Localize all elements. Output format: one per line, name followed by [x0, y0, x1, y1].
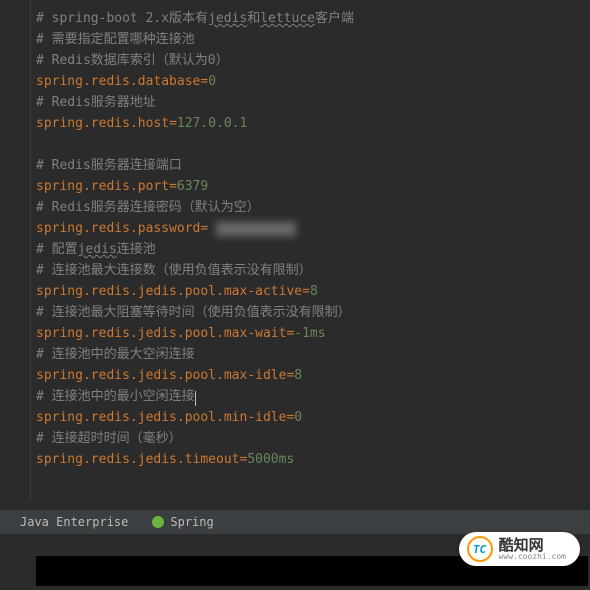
code-line[interactable]: # 连接池最大连接数（使用负值表示没有限制）: [36, 260, 590, 281]
code-line[interactable]: [36, 134, 590, 155]
watermark-text: 酷知网 www.coozhi.com: [499, 538, 566, 561]
code-line[interactable]: spring.redis.port=6379: [36, 176, 590, 197]
code-line[interactable]: spring.redis.jedis.pool.max-wait=-1ms: [36, 323, 590, 344]
code-line[interactable]: spring.redis.jedis.pool.min-idle=0: [36, 407, 590, 428]
gutter-border: [30, 0, 31, 500]
code-line[interactable]: # 连接池中的最小空闲连接: [36, 386, 590, 407]
code-line[interactable]: # 需要指定配置哪种连接池: [36, 29, 590, 50]
tab-label: Spring: [170, 515, 213, 529]
code-line[interactable]: spring.redis.password=: [36, 218, 590, 239]
code-line[interactable]: spring.redis.database=0: [36, 71, 590, 92]
code-line[interactable]: # Redis服务器连接端口: [36, 155, 590, 176]
code-line[interactable]: spring.redis.jedis.pool.max-idle=8: [36, 365, 590, 386]
code-line[interactable]: # Redis服务器地址: [36, 92, 590, 113]
code-line[interactable]: spring.redis.jedis.timeout=5000ms: [36, 449, 590, 470]
spring-icon: [152, 516, 164, 528]
tab-spring[interactable]: Spring: [140, 510, 225, 534]
tab-label: Java Enterprise: [20, 515, 128, 529]
watermark-url: www.coozhi.com: [499, 553, 566, 561]
watermark-icon: TC: [467, 536, 493, 562]
code-line[interactable]: # Redis数据库索引（默认为0）: [36, 50, 590, 71]
watermark-badge: TC 酷知网 www.coozhi.com: [459, 532, 580, 566]
code-line[interactable]: # 连接池中的最大空闲连接: [36, 344, 590, 365]
code-line[interactable]: # 连接池最大阻塞等待时间（使用负值表示没有限制）: [36, 302, 590, 323]
blurred-value: [216, 222, 296, 236]
code-line[interactable]: # spring-boot 2.x版本有jedis和lettuce客户端: [36, 8, 590, 29]
text-cursor: [195, 391, 196, 406]
watermark-cn: 酷知网: [499, 538, 566, 553]
code-line[interactable]: # 配置jedis连接池: [36, 239, 590, 260]
code-line[interactable]: # Redis服务器连接密码（默认为空）: [36, 197, 590, 218]
code-editor[interactable]: # spring-boot 2.x版本有jedis和lettuce客户端# 需要…: [0, 0, 590, 500]
code-line[interactable]: # 连接超时时间（毫秒）: [36, 428, 590, 449]
tab-java-enterprise[interactable]: Java Enterprise: [8, 510, 140, 534]
bottom-tab-bar: Java Enterprise Spring: [0, 510, 590, 534]
code-line[interactable]: spring.redis.jedis.pool.max-active=8: [36, 281, 590, 302]
code-line[interactable]: spring.redis.host=127.0.0.1: [36, 113, 590, 134]
